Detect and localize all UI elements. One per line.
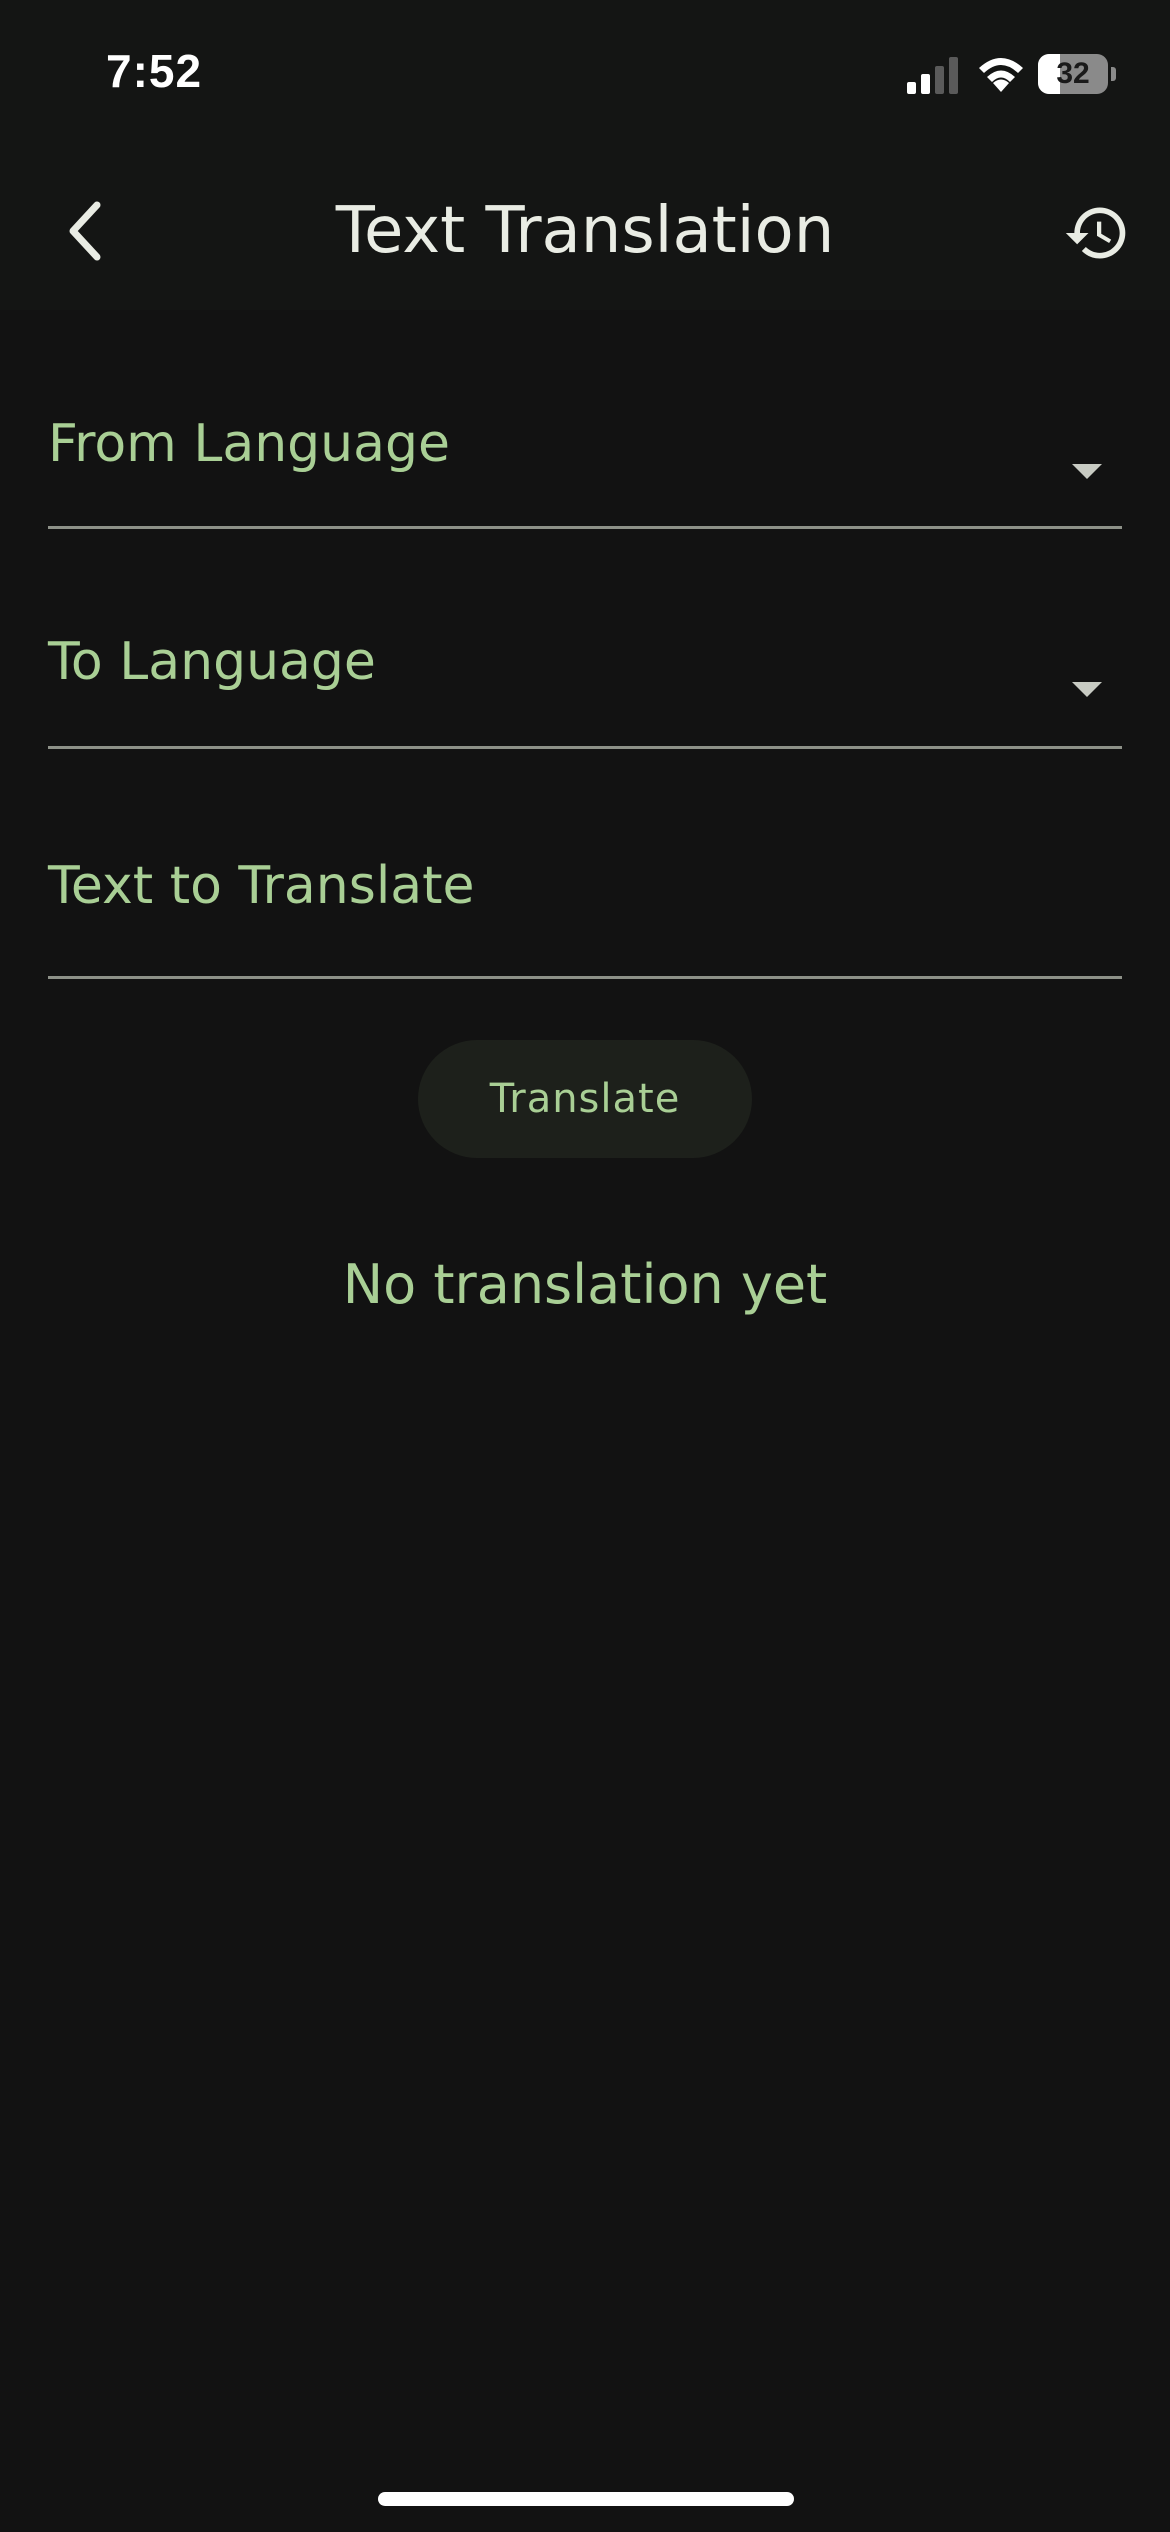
dropdown-arrow-icon	[1072, 682, 1102, 697]
to-language-label: To Language	[48, 632, 376, 692]
battery-icon: 32	[1038, 54, 1118, 94]
from-language-dropdown[interactable]: From Language	[48, 400, 1122, 529]
wifi-icon	[979, 58, 1023, 92]
cellular-signal-icon	[907, 57, 958, 94]
dropdown-arrow-icon	[1072, 464, 1102, 479]
text-to-translate-label: Text to Translate	[48, 856, 475, 916]
home-indicator[interactable]	[378, 2492, 794, 2506]
translation-result: No translation yet	[342, 1253, 828, 1316]
history-icon	[1065, 207, 1126, 259]
text-to-translate-input[interactable]: Text to Translate	[48, 840, 1122, 979]
status-time: 7:52	[106, 45, 203, 97]
to-language-dropdown[interactable]: To Language	[48, 620, 1122, 749]
page-title: Text Translation	[335, 194, 835, 268]
from-language-label: From Language	[48, 414, 450, 474]
battery-level: 32	[1056, 57, 1090, 90]
history-button[interactable]	[1052, 188, 1142, 278]
status-bar: 7:52 32	[0, 0, 1170, 150]
app-bar: Text Translation	[0, 150, 1170, 310]
translate-button[interactable]: Translate	[418, 1040, 752, 1158]
